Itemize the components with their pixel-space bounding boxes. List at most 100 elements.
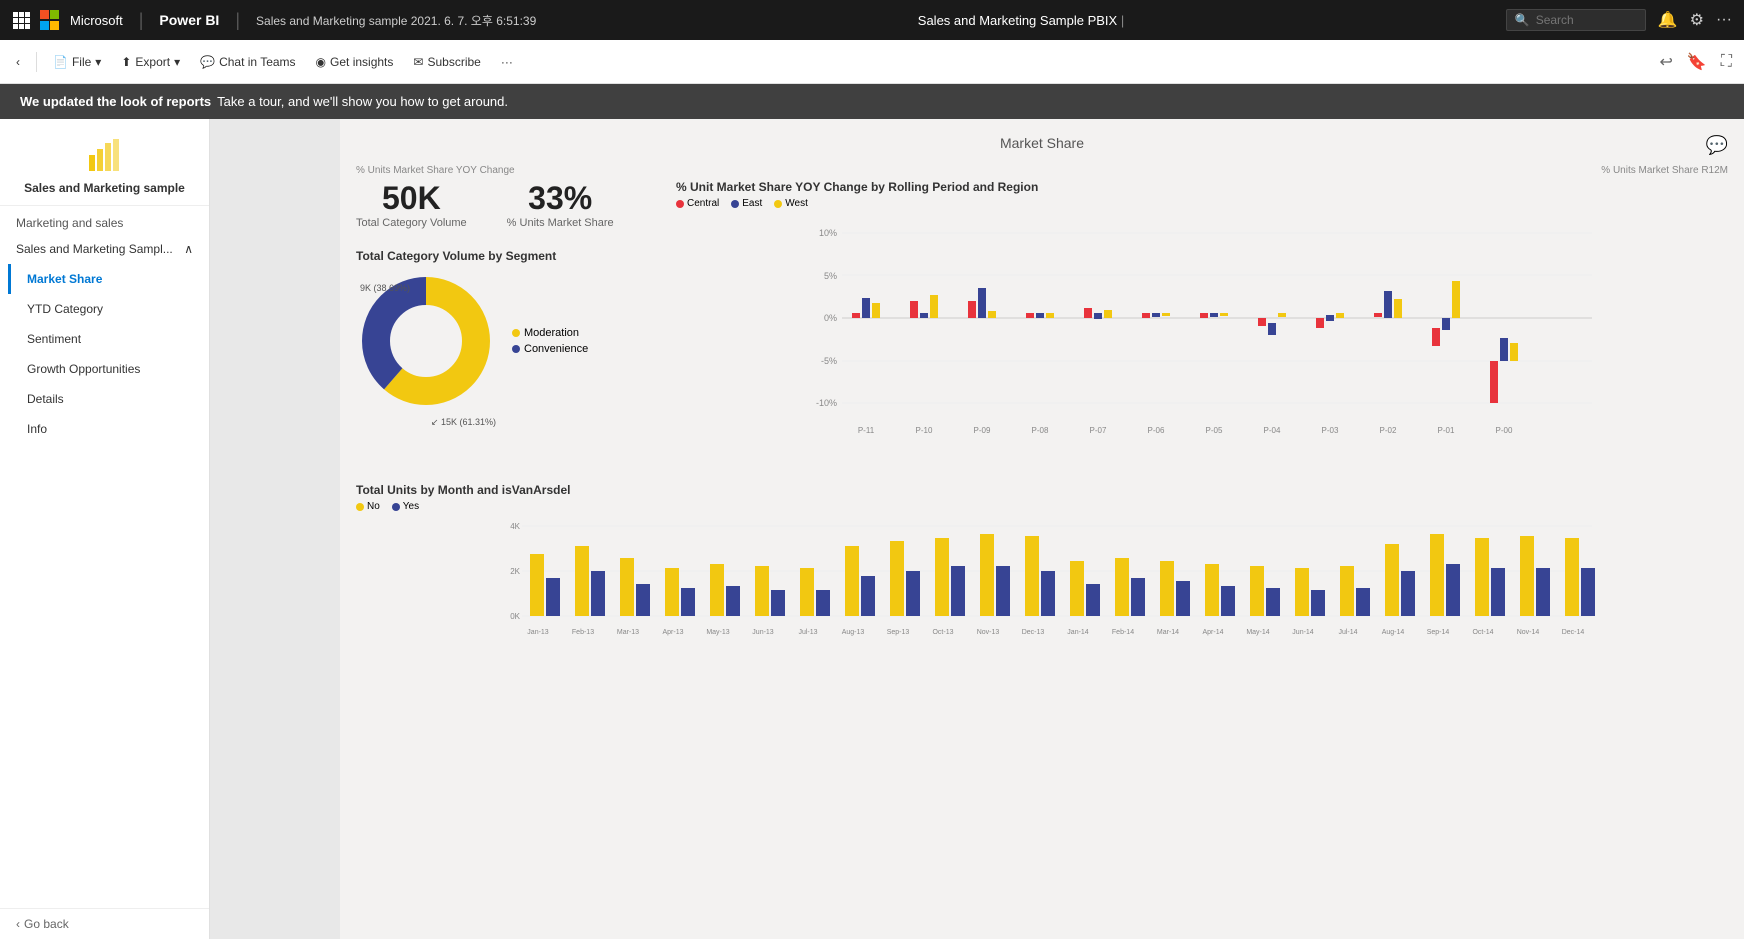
kpi-value-2: 33% xyxy=(507,180,614,217)
svg-text:P-00: P-00 xyxy=(1496,426,1513,435)
legend-yes: Yes xyxy=(392,501,419,512)
subscribe-button[interactable]: ✉ Subscribe xyxy=(405,51,488,73)
report-title: Sales and Marketing sample 2021. 6. 7. 오… xyxy=(256,12,536,29)
svg-text:P-03: P-03 xyxy=(1322,426,1339,435)
chat-in-teams-button[interactable]: 💬 Chat in Teams xyxy=(192,51,303,73)
topbar: Microsoft | Power BI | Sales and Marketi… xyxy=(0,0,1744,40)
convenience-dot xyxy=(512,345,520,353)
gear-icon[interactable]: ⚙ xyxy=(1690,10,1704,30)
bookmark-icon[interactable]: 🔖 xyxy=(1683,48,1711,76)
svg-text:Jun-14: Jun-14 xyxy=(1292,629,1314,636)
r12m-header: % Units Market Share R12M xyxy=(1601,165,1728,176)
svg-text:P-05: P-05 xyxy=(1206,426,1223,435)
kpi-label-1: Total Category Volume xyxy=(356,217,467,229)
banner-bold: We updated the look of reports xyxy=(20,94,211,109)
sidebar-item-info[interactable]: Info xyxy=(8,414,209,444)
teams-icon: 💬 xyxy=(200,55,215,69)
export-icon: ⬆ xyxy=(121,55,131,69)
grid-menu-button[interactable] xyxy=(12,11,30,29)
kpi-total-volume: 50K Total Category Volume xyxy=(356,180,467,229)
collapse-button[interactable]: ‹ xyxy=(8,51,28,73)
main-charts-row: 50K Total Category Volume 33% % Units Ma… xyxy=(356,180,1728,463)
moderation-dot xyxy=(512,329,520,337)
undo-icon[interactable]: ↩ xyxy=(1655,48,1676,76)
svg-text:Jan-14: Jan-14 xyxy=(1067,629,1089,636)
svg-text:0K: 0K xyxy=(510,612,520,621)
export-button[interactable]: ⬆ Export ▾ xyxy=(113,51,188,73)
search-icon: 🔍 xyxy=(1515,13,1530,27)
svg-text:Jul-13: Jul-13 xyxy=(798,629,817,636)
toolbar: ‹ 📄 File ▾ ⬆ Export ▾ 💬 Chat in Teams ◉ … xyxy=(0,40,1744,84)
sidebar-item-sentiment[interactable]: Sentiment xyxy=(8,324,209,354)
svg-text:Feb-13: Feb-13 xyxy=(572,629,594,636)
svg-text:Sep-14: Sep-14 xyxy=(1427,629,1450,636)
svg-text:P-09: P-09 xyxy=(974,426,991,435)
sidebar-item-market-share[interactable]: Market Share xyxy=(8,264,209,294)
svg-text:Nov-14: Nov-14 xyxy=(1517,629,1540,636)
kpi-label-2: % Units Market Share xyxy=(507,217,614,229)
svg-text:P-02: P-02 xyxy=(1380,426,1397,435)
svg-text:Dec-14: Dec-14 xyxy=(1562,629,1585,636)
sidebar-item-growth-opportunities[interactable]: Growth Opportunities xyxy=(8,354,209,384)
svg-text:Jul-14: Jul-14 xyxy=(1338,629,1357,636)
right-column: % Unit Market Share YOY Change by Rollin… xyxy=(676,180,1728,463)
svg-text:Dec-13: Dec-13 xyxy=(1022,629,1045,636)
back-arrow-icon: ‹ xyxy=(16,917,20,931)
chart-header-row: % Units Market Share YOY Change % Units … xyxy=(356,163,1728,176)
svg-text:-10%: -10% xyxy=(816,398,837,408)
svg-text:Apr-14: Apr-14 xyxy=(1202,629,1223,636)
fullscreen-icon[interactable]: ⛶ xyxy=(1717,49,1736,75)
yoy-chart-title: % Unit Market Share YOY Change by Rollin… xyxy=(676,180,1728,194)
search-box[interactable]: 🔍 xyxy=(1506,9,1646,31)
search-input[interactable] xyxy=(1536,13,1636,27)
svg-text:May-14: May-14 xyxy=(1246,629,1269,636)
powerbi-logo-icon xyxy=(85,135,125,175)
bell-icon[interactable]: 🔔 xyxy=(1658,10,1678,30)
content-wrapper: 💬 Market Share % Units Market Share YOY … xyxy=(356,135,1728,676)
legend-central: Central xyxy=(676,198,719,209)
svg-text:Aug-13: Aug-13 xyxy=(842,629,865,636)
donut-section: Total Category Volume by Segment xyxy=(356,249,656,414)
svg-text:Oct-13: Oct-13 xyxy=(932,629,953,636)
file-icon: 📄 xyxy=(53,55,68,69)
get-insights-button[interactable]: ◉ Get insights xyxy=(308,51,402,73)
svg-text:Feb-14: Feb-14 xyxy=(1112,629,1134,636)
market-share-title: Market Share xyxy=(356,135,1728,151)
svg-text:Mar-14: Mar-14 xyxy=(1157,629,1179,636)
legend-west: West xyxy=(774,198,808,209)
kpi-value-1: 50K xyxy=(356,180,467,217)
file-button[interactable]: 📄 File ▾ xyxy=(45,51,109,73)
sidebar-group[interactable]: Sales and Marketing Sampl... ∧ xyxy=(0,234,209,264)
svg-text:10%: 10% xyxy=(819,228,837,238)
microsoft-label: Microsoft xyxy=(70,13,123,28)
donut-label-segment2: 9K (38.69%) xyxy=(360,283,410,293)
svg-text:-5%: -5% xyxy=(821,356,837,366)
more-icon[interactable]: ··· xyxy=(1716,11,1732,29)
center-title: Sales and Marketing Sample PBIX | xyxy=(546,13,1495,28)
sidebar-logo-text: Sales and Marketing sample xyxy=(24,181,185,195)
svg-text:P-11: P-11 xyxy=(858,426,875,435)
no-dot xyxy=(356,503,364,511)
sidebar-item-details[interactable]: Details xyxy=(8,384,209,414)
collapse-icon: ‹ xyxy=(16,55,20,69)
svg-text:May-13: May-13 xyxy=(706,629,729,636)
sidebar-item-ytd-category[interactable]: YTD Category xyxy=(8,294,209,324)
yes-dot xyxy=(392,503,400,511)
sidebar-logo: Sales and Marketing sample xyxy=(0,119,209,206)
monthly-legend: No Yes xyxy=(356,501,1728,512)
subscribe-icon: ✉ xyxy=(413,55,423,69)
monthly-section: Total Units by Month and isVanArsdel No … xyxy=(356,483,1728,676)
go-back-button[interactable]: ‹ Go back xyxy=(0,909,209,939)
kpi-market-share: 33% % Units Market Share xyxy=(507,180,614,229)
export-chevron: ▾ xyxy=(174,55,180,69)
toolbar-right: ↩ 🔖 ⛶ xyxy=(1655,48,1736,76)
svg-text:Nov-13: Nov-13 xyxy=(977,629,1000,636)
right-content: 💬 Market Share % Units Market Share YOY … xyxy=(340,119,1744,939)
comment-icon[interactable]: 💬 xyxy=(1706,135,1728,156)
svg-text:P-07: P-07 xyxy=(1090,426,1107,435)
file-chevron: ▾ xyxy=(95,55,101,69)
main-layout: Sales and Marketing sample Marketing and… xyxy=(0,119,1744,939)
more-options-button[interactable]: ··· xyxy=(493,51,521,73)
monthly-bar-chart: 4K 2K 0K xyxy=(356,516,1728,676)
microsoft-logo: Microsoft xyxy=(40,10,123,30)
